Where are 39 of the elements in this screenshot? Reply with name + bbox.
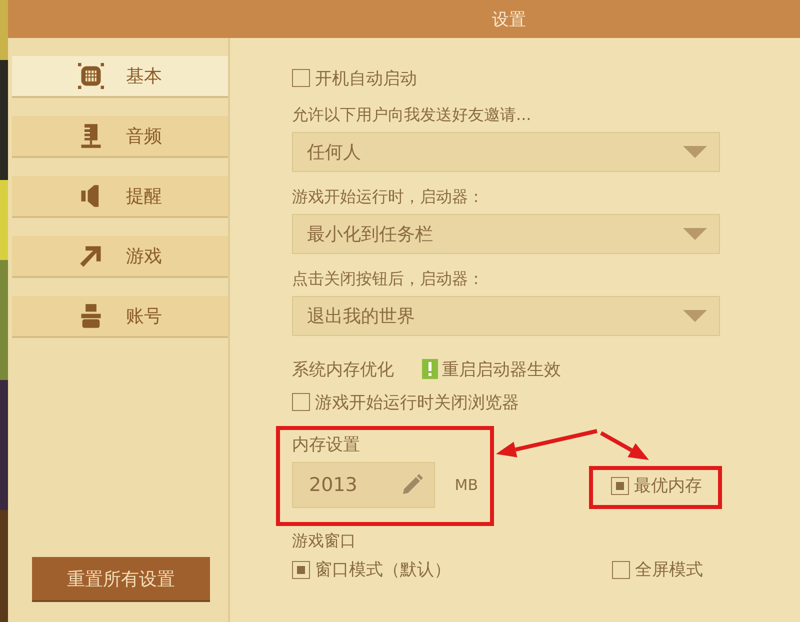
dropdown-value: 任何人 <box>307 141 361 164</box>
caret-icon <box>683 228 707 240</box>
setting-label: 内存设置 <box>292 434 361 456</box>
caret-icon <box>683 146 707 158</box>
checkbox[interactable] <box>292 560 310 578</box>
sidebar-item[interactable]: 提醒 <box>12 176 228 218</box>
setting-label: 允许以下用户向我发送好友邀请... <box>292 104 532 126</box>
dropdown[interactable]: 退出我的世界 <box>292 296 720 336</box>
warning-icon <box>422 359 438 379</box>
dropdown[interactable]: 任何人 <box>292 132 720 172</box>
caret-icon <box>683 310 707 322</box>
setting-label: 点击关闭按钮后，启动器： <box>292 268 485 290</box>
memory-field[interactable]: 2013 <box>292 462 435 508</box>
dropdown[interactable]: 最小化到任务栏 <box>292 214 720 254</box>
option-label[interactable]: 窗口模式（默认） <box>315 558 451 581</box>
sidebar-item[interactable]: 账号 <box>12 296 228 338</box>
dropdown-value: 退出我的世界 <box>307 305 415 328</box>
checkbox-label[interactable]: 游戏开始运行时关闭浏览器 <box>315 390 519 414</box>
notice-text: 重启启动器生效 <box>442 358 561 380</box>
checkbox-label[interactable]: 开机自动启动 <box>315 66 417 90</box>
sidebar-item[interactable]: 游戏 <box>12 236 228 278</box>
checkbox[interactable] <box>611 476 629 494</box>
sidebar-item[interactable]: 音频 <box>12 116 228 158</box>
chip-icon <box>78 63 104 89</box>
sidebar-item[interactable]: 基本 <box>12 56 228 98</box>
reset-button[interactable]: 重置所有设置 <box>32 557 210 602</box>
option-label[interactable]: 全屏模式 <box>635 558 703 581</box>
checkbox[interactable] <box>292 393 310 411</box>
dropdown-value: 最小化到任务栏 <box>307 223 433 246</box>
checkbox[interactable] <box>612 560 630 578</box>
memory-value: 2013 <box>309 474 358 496</box>
annotation-arrow <box>600 431 649 460</box>
checkbox-label[interactable]: 最优内存 <box>634 474 702 497</box>
setting-label: 系统内存优化 <box>292 358 394 380</box>
setting-label: 游戏窗口 <box>292 530 357 552</box>
unit-label: MB <box>454 476 478 494</box>
setting-label: 游戏开始运行时，启动器： <box>292 186 485 208</box>
checkbox[interactable] <box>292 69 310 87</box>
window-title: 设置 <box>492 8 526 30</box>
